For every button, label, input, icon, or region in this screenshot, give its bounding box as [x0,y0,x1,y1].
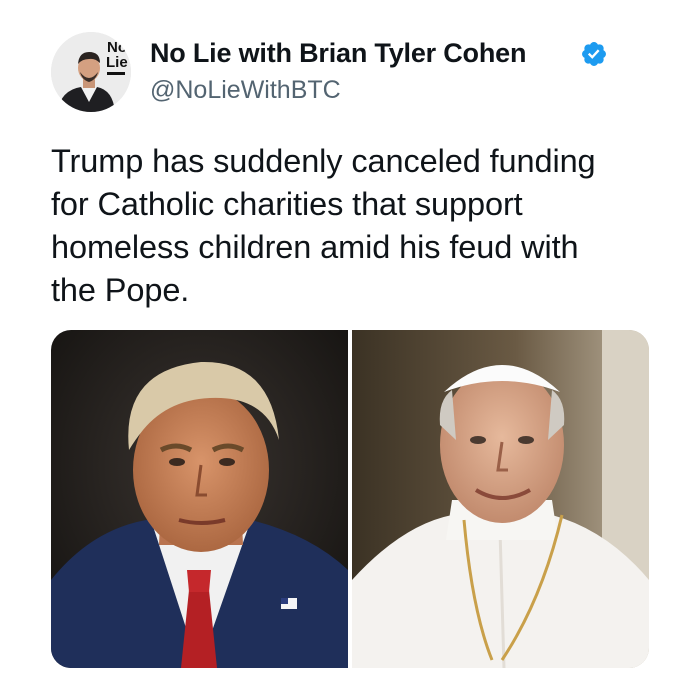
account-handle[interactable]: @NoLieWithBTC [150,76,341,105]
avatar[interactable]: No Lie [51,32,131,112]
display-name[interactable]: No Lie with Brian Tyler Cohen [150,38,526,69]
tweet-text-line: for Catholic charities that support [51,186,523,222]
avatar-image: No Lie [51,32,131,112]
tweet-media [51,330,649,668]
tweet-text-line: homeless children amid his feud with [51,229,579,265]
man-in-suit-portrait-image [51,330,348,668]
tweet-text-line: Trump has suddenly canceled funding [51,143,596,179]
tweet-text: Trump has suddenly canceled funding for … [51,140,661,312]
verified-badge-icon [582,42,606,66]
clergyman-portrait-image [352,330,649,668]
photo-right[interactable] [352,330,649,668]
avatar-logo-line2: Lie [106,54,128,71]
photo-left[interactable] [51,330,348,668]
tweet-text-line: the Pope. [51,272,190,308]
